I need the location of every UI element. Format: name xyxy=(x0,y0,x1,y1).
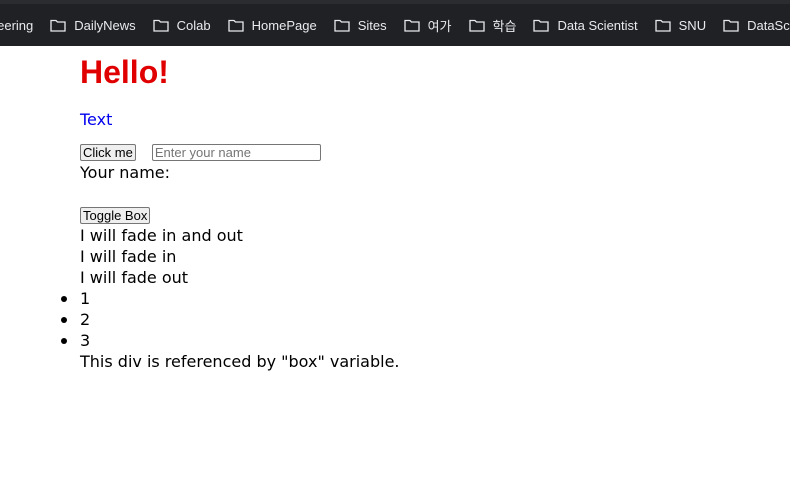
bookmark-label: DailyNews xyxy=(74,17,136,33)
bookmark-label: Sites xyxy=(357,17,387,33)
folder-icon xyxy=(654,19,671,32)
bookmark-label: 학습 xyxy=(492,18,517,34)
list-item: 3 xyxy=(61,330,780,351)
click-me-button[interactable]: Click me xyxy=(80,143,136,161)
folder-icon xyxy=(533,19,550,32)
folder-icon xyxy=(468,19,485,32)
toggle-box-button[interactable]: Toggle Box xyxy=(80,206,151,224)
bookmark-engineering[interactable]: ineering xyxy=(0,11,42,39)
bookmark-study[interactable]: 학습 xyxy=(461,11,526,39)
bookmark-snu[interactable]: SNU xyxy=(647,11,715,39)
bullet-icon xyxy=(61,338,67,344)
bullet-icon xyxy=(61,296,67,302)
bookmark-sites[interactable]: Sites xyxy=(326,11,396,39)
bookmark-data-scientist[interactable]: Data Scientist xyxy=(525,11,646,39)
list-item: 1 xyxy=(61,288,780,309)
bookmark-label: ineering xyxy=(0,17,34,33)
fade-in-out-text: I will fade in and out xyxy=(80,226,243,245)
folder-icon xyxy=(50,19,66,32)
bookmark-label: Colab xyxy=(176,17,211,33)
bookmarks-list: ineering DailyNews Colab HomePage Sites xyxy=(0,4,790,46)
bookmark-colab[interactable]: Colab xyxy=(145,11,220,39)
folder-icon xyxy=(227,19,244,32)
folder-icon xyxy=(334,19,350,32)
text-element: Text xyxy=(80,110,113,129)
page-content: Hello! Text Click me Your name: Toggle B… xyxy=(61,46,780,372)
list-item-text: 3 xyxy=(80,331,91,350)
click-row: Click me xyxy=(80,142,780,162)
list-item-text: 1 xyxy=(80,289,91,308)
list-item-text: 2 xyxy=(80,310,91,329)
bookmark-label: 여가 xyxy=(427,18,452,34)
bookmark-label: SNU xyxy=(678,17,707,33)
page-title: Hello! xyxy=(80,54,169,90)
folder-icon xyxy=(403,19,420,32)
bullet-icon xyxy=(61,317,67,323)
bookmark-label: DataScie xyxy=(747,17,790,33)
your-name-label: Your name: xyxy=(80,163,171,182)
bookmark-label: Data Scientist xyxy=(557,17,638,33)
bookmark-leisure[interactable]: 여가 xyxy=(396,11,461,39)
folder-icon xyxy=(153,19,169,32)
box-div: This div is referenced by "box" variable… xyxy=(80,352,400,371)
toggle-row: Toggle Box xyxy=(80,205,780,225)
bookmark-datascience[interactable]: DataScie xyxy=(715,11,790,39)
folder-icon xyxy=(723,19,739,32)
bookmark-label: HomePage xyxy=(251,17,317,33)
number-list: 1 2 3 xyxy=(61,288,780,351)
bookmark-homepage[interactable]: HomePage xyxy=(220,11,326,39)
name-input[interactable] xyxy=(151,143,321,161)
fade-out-text: I will fade out xyxy=(80,268,189,287)
list-item: 2 xyxy=(61,309,780,330)
bookmark-dailynews[interactable]: DailyNews xyxy=(42,11,144,39)
bookmarks-bar: ineering DailyNews Colab HomePage Sites xyxy=(0,0,790,46)
fade-in-text: I will fade in xyxy=(80,247,177,266)
